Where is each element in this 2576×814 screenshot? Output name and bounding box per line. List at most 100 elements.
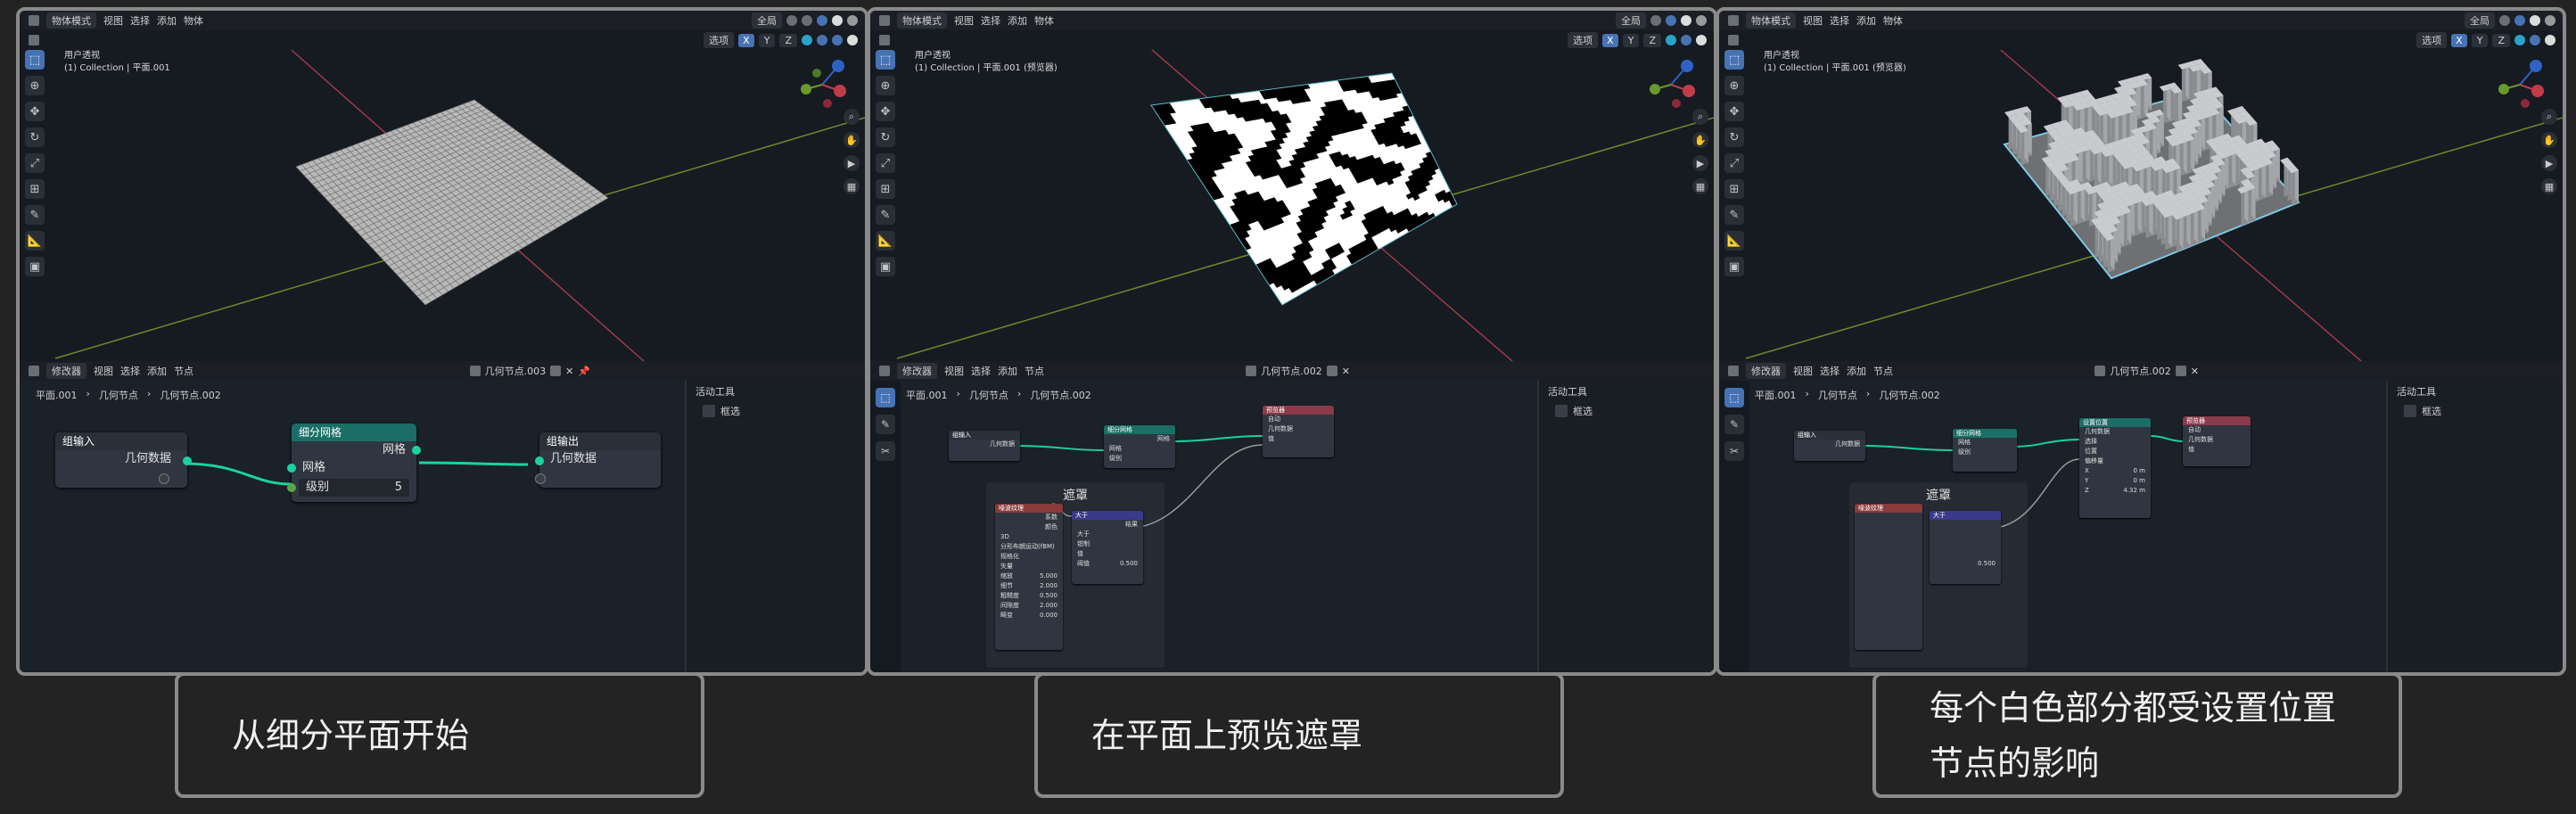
axis-y-toggle[interactable]: Y: [758, 33, 776, 47]
noise-texture-node[interactable]: 噪波纹理: [1855, 504, 1922, 650]
annotate-tool-icon[interactable]: ✎: [25, 205, 45, 225]
solid-shading-icon[interactable]: [1681, 15, 1691, 26]
material-shading-icon[interactable]: [847, 15, 858, 26]
grid-view-icon[interactable]: ▦: [1692, 178, 1708, 194]
shading-icon[interactable]: [1696, 35, 1707, 45]
offset-x-field[interactable]: X 0 m: [2079, 466, 2151, 476]
select-box-tool-icon[interactable]: ⬚: [25, 50, 45, 70]
viewer-domain[interactable]: 自动: [1263, 415, 1334, 424]
geometry-output-socket[interactable]: [183, 456, 192, 465]
compare-node[interactable]: 大于 结果 大于 钳制 值 阈值 0.500: [1072, 511, 1143, 584]
pan-hand-icon[interactable]: ✋: [1692, 132, 1708, 148]
camera-icon[interactable]: ▶: [844, 155, 860, 171]
compare-threshold-row[interactable]: 阈值 0.500: [1072, 559, 1143, 569]
editor-type-icon[interactable]: [29, 15, 39, 26]
menu-object[interactable]: 物体: [184, 13, 203, 28]
transform-tool-icon[interactable]: ⊞: [25, 179, 45, 199]
axis-z-toggle[interactable]: Z: [1643, 33, 1661, 47]
geometry-input-socket[interactable]: [535, 456, 544, 465]
cursor-tool-icon[interactable]: ⊕: [25, 76, 45, 95]
scale-tool-icon[interactable]: ⤢: [1724, 153, 1744, 173]
menu-select[interactable]: 选择: [130, 13, 150, 28]
menu-add[interactable]: 添加: [1856, 13, 1876, 28]
group-output-node[interactable]: 组输出 几何数据: [535, 432, 661, 488]
transform-tool-icon[interactable]: ⊞: [1724, 179, 1744, 199]
noise-lacunarity-row[interactable]: 间隙度 2.000: [995, 601, 1063, 611]
overlay-icon[interactable]: [817, 15, 827, 26]
measure-tool-icon[interactable]: 📐: [876, 231, 895, 251]
transform-tool-icon[interactable]: ⊞: [876, 179, 895, 199]
axis-y-toggle[interactable]: Y: [2471, 33, 2489, 47]
subdivide-mesh-node[interactable]: 细分网格 网格 网格 级别 5: [287, 423, 421, 502]
viewer-domain[interactable]: 自动: [2183, 425, 2251, 435]
annotate-tool-icon[interactable]: ✎: [1724, 205, 1744, 225]
group-input-node[interactable]: 组输入 几何数据: [55, 432, 192, 488]
level-input-socket[interactable]: [287, 483, 296, 492]
material-shading-icon[interactable]: [1696, 15, 1707, 26]
compare-op[interactable]: 大于: [1072, 530, 1143, 539]
menu-select[interactable]: 选择: [1830, 13, 1849, 28]
zoom-icon[interactable]: ⌕: [2541, 109, 2557, 125]
group-input-node[interactable]: 组输入 几何数据: [1794, 431, 1865, 461]
scale-tool-icon[interactable]: ⤢: [876, 153, 895, 173]
measure-tool-icon[interactable]: 📐: [1724, 231, 1744, 251]
noise-roughness-row[interactable]: 粗糙度 0.500: [995, 591, 1063, 601]
offset-z-field[interactable]: Z 4.32 m: [2079, 486, 2151, 496]
proportional-icon[interactable]: [802, 15, 812, 26]
grid-view-icon[interactable]: ▦: [844, 178, 860, 194]
3d-viewport[interactable]: 物体模式 视图 选择 添加 物体 全局 选项 X Y Z ⬚ ⊕ ✥ ↻ ⤢ ⊞…: [870, 11, 1714, 361]
empty-socket[interactable]: [535, 473, 546, 484]
gizmo-icon[interactable]: [1681, 35, 1691, 45]
rotate-tool-icon[interactable]: ↻: [25, 127, 45, 147]
overlay-icon[interactable]: [1666, 15, 1676, 26]
solid-shading-icon[interactable]: [2530, 15, 2540, 26]
compare-clamp[interactable]: 钳制: [1072, 539, 1143, 549]
axis-x-toggle[interactable]: X: [2451, 33, 2467, 47]
shading-icon[interactable]: [847, 35, 858, 45]
camera-icon[interactable]: ▶: [1692, 155, 1708, 171]
cursor-tool-icon[interactable]: ⊕: [1724, 76, 1744, 95]
mesh-input-socket[interactable]: [287, 464, 296, 473]
orientation-select[interactable]: 全局: [1616, 12, 1646, 29]
menu-select[interactable]: 选择: [981, 13, 1000, 28]
empty-socket[interactable]: [159, 473, 169, 484]
axis-x-toggle[interactable]: X: [1602, 33, 1618, 47]
select-mode-icon[interactable]: [29, 35, 39, 45]
axis-y-toggle[interactable]: Y: [1622, 33, 1640, 47]
cursor-tool-icon[interactable]: ⊕: [876, 76, 895, 95]
node-editor[interactable]: 修改器 视图 选择 添加 节点 几何节点.002 ✕ ⬚ ✎ ✂ 平面.001 …: [870, 361, 1714, 672]
snap-icon[interactable]: [1650, 15, 1661, 26]
zoom-icon[interactable]: ⌕: [844, 109, 860, 125]
mesh-output-socket[interactable]: [412, 446, 421, 455]
menu-object[interactable]: 物体: [1034, 13, 1054, 28]
compare-threshold-row[interactable]: 0.500: [1930, 559, 2001, 569]
visibility-icon[interactable]: [2514, 35, 2525, 45]
noise-dimensions[interactable]: 3D: [995, 532, 1063, 542]
viewer-node[interactable]: 预览器 自动 几何数据 值: [1263, 406, 1334, 457]
options-menu[interactable]: 选项: [2416, 32, 2448, 48]
node-editor[interactable]: 修改器 视图 选择 添加 节点 几何节点.003 ✕ 📌 平面.001 › 几何…: [20, 361, 865, 672]
noise-texture-node[interactable]: 噪波纹理 系数 颜色 3D 分形布朗运动(fBM) 规格化 矢量 缩放 5.00…: [995, 504, 1063, 650]
rotate-tool-icon[interactable]: ↻: [1724, 127, 1744, 147]
3d-viewport[interactable]: 物体模式 视图 选择 添加 物体 全局 选项 X Y Z ⬚ ⊕ ✥ ↻ ⤢ ⊞…: [1719, 11, 2563, 361]
editor-type-icon[interactable]: [1728, 15, 1739, 26]
gizmo-icon[interactable]: [2530, 35, 2540, 45]
select-mode-icon[interactable]: [879, 35, 890, 45]
grid-view-icon[interactable]: ▦: [2541, 178, 2557, 194]
mode-select[interactable]: 物体模式: [46, 12, 96, 29]
add-cube-tool-icon[interactable]: ▣: [25, 257, 45, 276]
orientation-select[interactable]: 全局: [2465, 12, 2495, 29]
axis-x-toggle[interactable]: X: [738, 33, 754, 47]
axis-z-toggle[interactable]: Z: [2492, 33, 2510, 47]
editor-type-icon[interactable]: [879, 15, 890, 26]
mode-select[interactable]: 物体模式: [1746, 12, 1796, 29]
noise-distortion-row[interactable]: 畸变 0.000: [995, 611, 1063, 621]
rotate-tool-icon[interactable]: ↻: [876, 127, 895, 147]
node-editor[interactable]: 修改器 视图 选择 添加 节点 几何节点.002 ✕ ⬚ ✎ ✂ 平面.001 …: [1719, 361, 2563, 672]
axis-z-toggle[interactable]: Z: [779, 33, 797, 47]
solid-shading-icon[interactable]: [832, 15, 843, 26]
camera-icon[interactable]: ▶: [2541, 155, 2557, 171]
annotate-tool-icon[interactable]: ✎: [876, 205, 895, 225]
snap-icon[interactable]: [2499, 15, 2510, 26]
visibility-icon[interactable]: [1666, 35, 1676, 45]
